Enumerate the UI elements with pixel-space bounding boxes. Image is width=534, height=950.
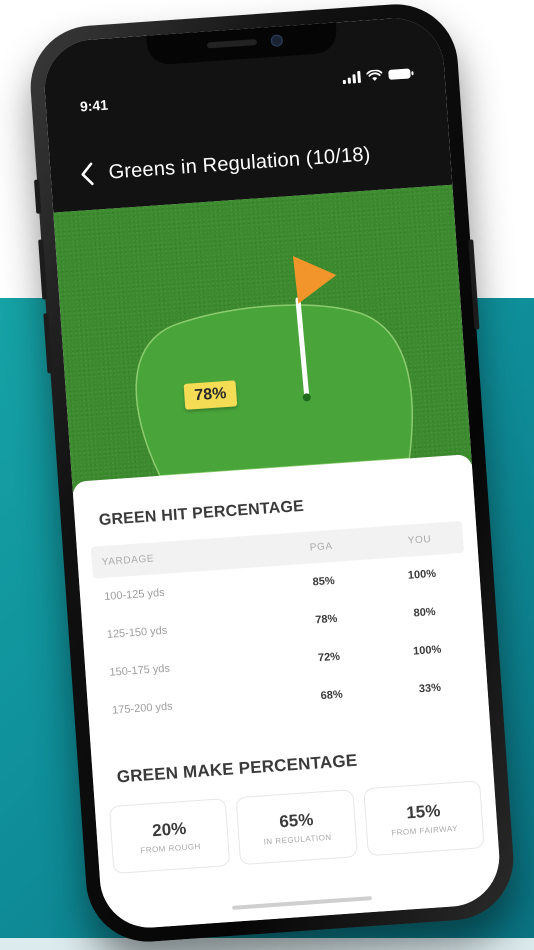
- status-time: 9:41: [79, 96, 109, 115]
- column-header-pga: PGA: [309, 540, 334, 554]
- back-chevron-icon[interactable]: [80, 162, 96, 187]
- yardage-cell: 100-125 yds: [103, 586, 166, 603]
- yardage-cell: 125-150 yds: [106, 624, 168, 641]
- make-stat-rough: 20% FROM ROUGH: [108, 798, 231, 875]
- pga-cell: 78%: [314, 612, 338, 627]
- you-cell: 100%: [407, 567, 437, 582]
- putting-green-graphic: [135, 256, 413, 477]
- make-label: FROM ROUGH: [140, 841, 202, 855]
- signal-icon: [342, 70, 362, 85]
- stats-card: GREEN HIT PERCENTAGE YARDAGE PGA YOU 100…: [72, 454, 503, 931]
- pga-cell: 72%: [317, 650, 341, 665]
- make-label: FROM FAIRWAY: [390, 823, 459, 838]
- green-visual: 78%: [53, 184, 472, 492]
- make-stats: 20% FROM ROUGH 65% IN REGULATION 15% FRO…: [108, 780, 485, 875]
- make-label: IN REGULATION: [263, 832, 332, 846]
- yardage-cell: 175-200 yds: [111, 700, 174, 717]
- green-hit-badge: 78%: [183, 380, 238, 410]
- make-value: 15%: [405, 800, 441, 822]
- bottom-strip: [0, 938, 534, 950]
- phone-screen: 9:41 Greens in Regulation (10/18) 78% GR…: [41, 15, 503, 931]
- make-stat-regulation: 65% IN REGULATION: [235, 789, 358, 866]
- pga-cell: 68%: [320, 688, 344, 703]
- make-section-title: GREEN MAKE PERCENTAGE: [116, 750, 358, 787]
- phone-device: 9:41 Greens in Regulation (10/18) 78% GR…: [26, 0, 518, 946]
- you-cell: 100%: [412, 643, 442, 658]
- column-header-you: YOU: [407, 533, 432, 547]
- app-header: 9:41 Greens in Regulation (10/18): [41, 15, 453, 213]
- home-indicator[interactable]: [232, 896, 373, 910]
- make-stat-fairway: 15% FROM FAIRWAY: [362, 780, 485, 857]
- nav-bar: Greens in Regulation (10/18): [80, 142, 371, 186]
- make-value: 65%: [278, 809, 314, 831]
- you-cell: 80%: [413, 605, 437, 620]
- hit-table: YARDAGE PGA YOU 100-125 yds 85% 100% 125…: [90, 520, 475, 731]
- status-icons: [342, 67, 411, 85]
- hit-section-title: GREEN HIT PERCENTAGE: [98, 497, 305, 530]
- battery-icon: [388, 68, 411, 80]
- column-header-yardage: YARDAGE: [101, 552, 155, 568]
- speaker-grille: [206, 39, 258, 49]
- page-title: Greens in Regulation (10/18): [107, 142, 372, 184]
- wifi-icon: [366, 69, 383, 81]
- make-value: 20%: [151, 818, 187, 840]
- pga-cell: 85%: [312, 574, 336, 589]
- yardage-cell: 150-175 yds: [109, 662, 171, 679]
- you-cell: 33%: [418, 681, 442, 696]
- front-camera-icon: [270, 34, 284, 48]
